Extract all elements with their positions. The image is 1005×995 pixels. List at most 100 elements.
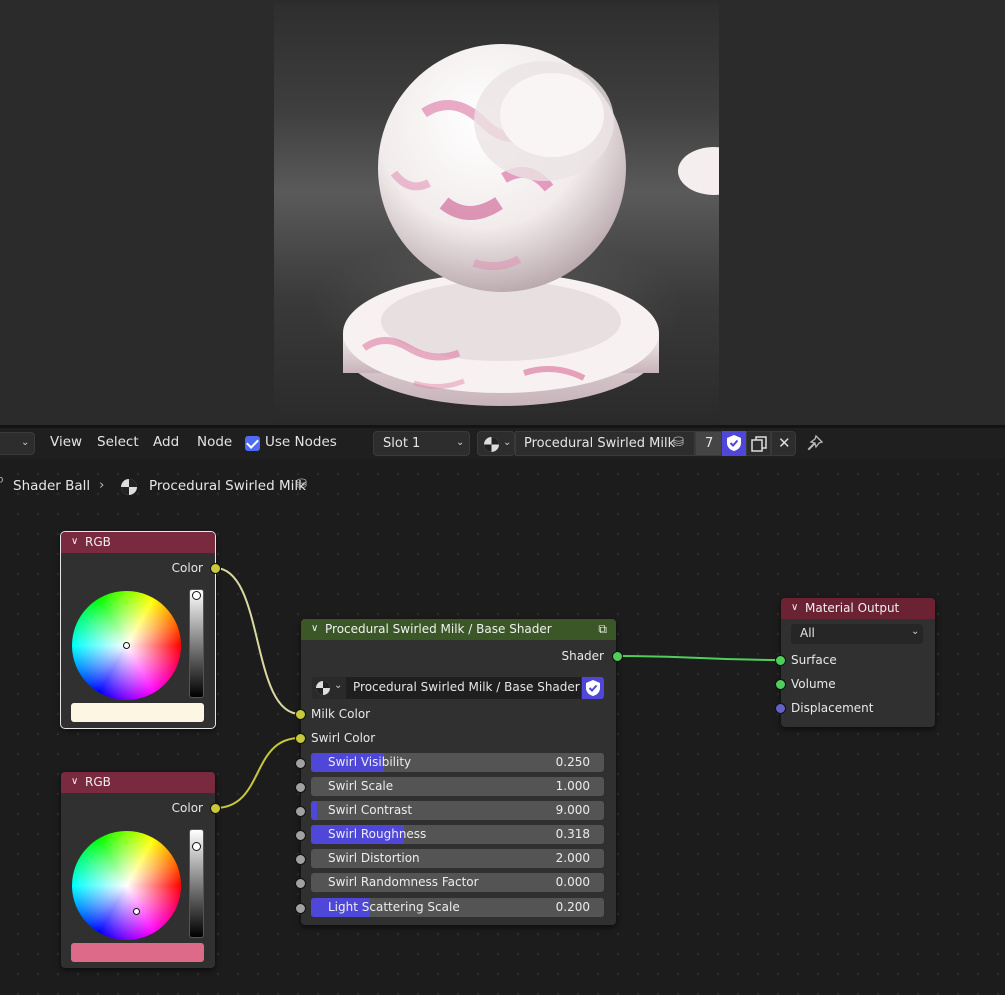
node-header[interactable]: ∨ RGB	[61, 772, 215, 793]
input-label-milk-color: Milk Color	[311, 707, 371, 721]
chevron-down-icon[interactable]: ∨	[71, 531, 78, 552]
field-value: 9.000	[555, 803, 590, 817]
field-name: Swirl Visibility	[328, 755, 412, 769]
field-value: 0.318	[555, 827, 590, 841]
color-wheel[interactable]	[72, 831, 181, 940]
user-count-button[interactable]: 7	[695, 431, 722, 456]
output-target-dropdown[interactable]: All ⌄	[791, 624, 923, 644]
displacement-input-socket[interactable]	[775, 703, 786, 714]
field-input-socket[interactable]	[295, 854, 306, 865]
value-slider[interactable]	[189, 829, 204, 938]
chevron-down-icon[interactable]: ∨	[71, 771, 78, 792]
chevron-down-icon: ⌄	[456, 437, 465, 448]
node-header[interactable]: ∨ Procedural Swirled Milk / Base Shader …	[301, 619, 616, 640]
rgb-node-milk[interactable]: ∨ RGB Color	[60, 531, 216, 729]
menu-view[interactable]: View	[50, 434, 82, 450]
unlink-material-button[interactable]: ✕	[771, 431, 796, 456]
value-slider-knob[interactable]	[192, 842, 201, 851]
slot-label: Slot 1	[383, 436, 421, 451]
node-title: RGB	[85, 775, 111, 789]
color-wheel-cursor[interactable]	[133, 908, 140, 915]
menu-select[interactable]: Select	[97, 434, 139, 450]
rgb2-color-output-socket[interactable]	[210, 803, 221, 814]
field-input-socket[interactable]	[295, 903, 306, 914]
use-nodes-label: Use Nodes	[265, 434, 337, 450]
breadcrumb-object: Shader Ball	[13, 478, 91, 494]
node-title: RGB	[85, 535, 111, 549]
field-swirl-distortion[interactable]: Swirl Distortion 2.000	[311, 849, 604, 868]
swirl-color-input-socket[interactable]	[295, 733, 306, 744]
field-light-scattering-scale[interactable]: Light Scattering Scale 0.200	[311, 898, 604, 917]
color-wheel[interactable]	[72, 591, 181, 700]
material-name: Procedural Swirled Milk	[524, 436, 676, 451]
field-name: Swirl Randomness Factor	[328, 875, 479, 889]
volume-input-socket[interactable]	[775, 679, 786, 690]
field-input-socket[interactable]	[295, 878, 306, 889]
color-wheel-cursor[interactable]	[123, 642, 130, 649]
material-browse-button[interactable]: ⌄	[477, 431, 515, 456]
input-label-volume: Volume	[791, 677, 836, 691]
material-sphere-icon	[316, 681, 330, 695]
menu-add[interactable]: Add	[153, 434, 179, 450]
field-name: Light Scattering Scale	[328, 900, 460, 914]
field-value: 0.250	[555, 755, 590, 769]
node-tree-name: Procedural Swirled Milk / Base Shader	[353, 680, 580, 694]
rgb-node-swirl[interactable]: ∨ RGB Color	[61, 772, 215, 968]
shader-output-socket[interactable]	[612, 651, 623, 662]
material-sphere-icon	[484, 437, 499, 452]
field-name: Swirl Roughness	[328, 827, 427, 841]
field-swirl-randomness-factor[interactable]: Swirl Randomness Factor 0.000	[311, 873, 604, 892]
rgb1-color-output-socket[interactable]	[210, 563, 221, 574]
node-editor-header: ⌄ View Select Add Node Use Nodes Slot 1 …	[0, 428, 1005, 458]
node-header[interactable]: ∨ Material Output	[781, 598, 935, 619]
field-swirl-roughness[interactable]: Swirl Roughness 0.318	[311, 825, 604, 844]
field-input-socket[interactable]	[295, 806, 306, 817]
field-value: 1.000	[555, 779, 590, 793]
editor-type-dropdown[interactable]: ⌄	[0, 432, 35, 455]
duplicate-material-button[interactable]	[746, 431, 771, 456]
milk-color-input-socket[interactable]	[295, 709, 306, 720]
node-header[interactable]: ∨ RGB	[61, 532, 215, 553]
node-tree-browse-button[interactable]: ⌄	[312, 677, 346, 699]
color-swatch[interactable]	[71, 703, 204, 722]
chevron-down-icon[interactable]: ∨	[791, 597, 798, 618]
field-input-socket[interactable]	[295, 782, 306, 793]
field-swirl-scale[interactable]: Swirl Scale 1.000	[311, 777, 604, 796]
chevron-right-icon: ›	[99, 477, 105, 493]
fake-user-button[interactable]	[582, 677, 604, 699]
use-nodes-checkbox[interactable]	[245, 436, 260, 451]
output-target: All	[800, 626, 815, 640]
field-value: 0.000	[555, 875, 590, 889]
value-slider-knob[interactable]	[192, 591, 201, 600]
node-tree-name-field[interactable]: Procedural Swirled Milk / Base Shader	[346, 677, 581, 699]
node-group-icon[interactable]: ⧉	[598, 619, 607, 640]
chevron-down-icon: ⌄	[334, 680, 343, 691]
value-slider[interactable]	[189, 589, 204, 698]
object-icon: ⁰	[0, 476, 4, 491]
chevron-down-icon: ⌄	[911, 626, 920, 637]
surface-input-socket[interactable]	[775, 655, 786, 666]
fake-user-icon: ⛁	[296, 477, 307, 492]
shader-ball-image	[343, 44, 719, 406]
field-swirl-contrast[interactable]: Swirl Contrast 9.000	[311, 801, 604, 820]
chevron-down-icon[interactable]: ∨	[311, 618, 318, 639]
field-swirl-visibility[interactable]: Swirl Visibility 0.250	[311, 753, 604, 772]
slot-dropdown[interactable]: Slot 1 ⌄	[373, 431, 470, 456]
field-name: Swirl Contrast	[328, 803, 413, 817]
menu-node[interactable]: Node	[197, 434, 232, 450]
fake-user-button[interactable]	[722, 431, 746, 456]
field-name: Swirl Scale	[328, 779, 394, 793]
color-swatch[interactable]	[71, 943, 204, 962]
viewport[interactable]	[0, 0, 1005, 427]
field-input-socket[interactable]	[295, 758, 306, 769]
breadcrumb-material: Procedural Swirled Milk	[149, 478, 306, 494]
material-output-node[interactable]: ∨ Material Output All ⌄ Surface Volume D…	[781, 598, 935, 727]
node-title: Material Output	[805, 601, 900, 615]
chevron-down-icon: ⌄	[503, 437, 512, 448]
output-label: Color	[171, 561, 203, 575]
user-count: 7	[705, 436, 714, 451]
field-input-socket[interactable]	[295, 830, 306, 841]
close-icon: ✕	[778, 434, 791, 452]
pin-icon[interactable]	[806, 434, 824, 452]
material-name-field[interactable]: Procedural Swirled Milk ⛁	[515, 431, 695, 456]
